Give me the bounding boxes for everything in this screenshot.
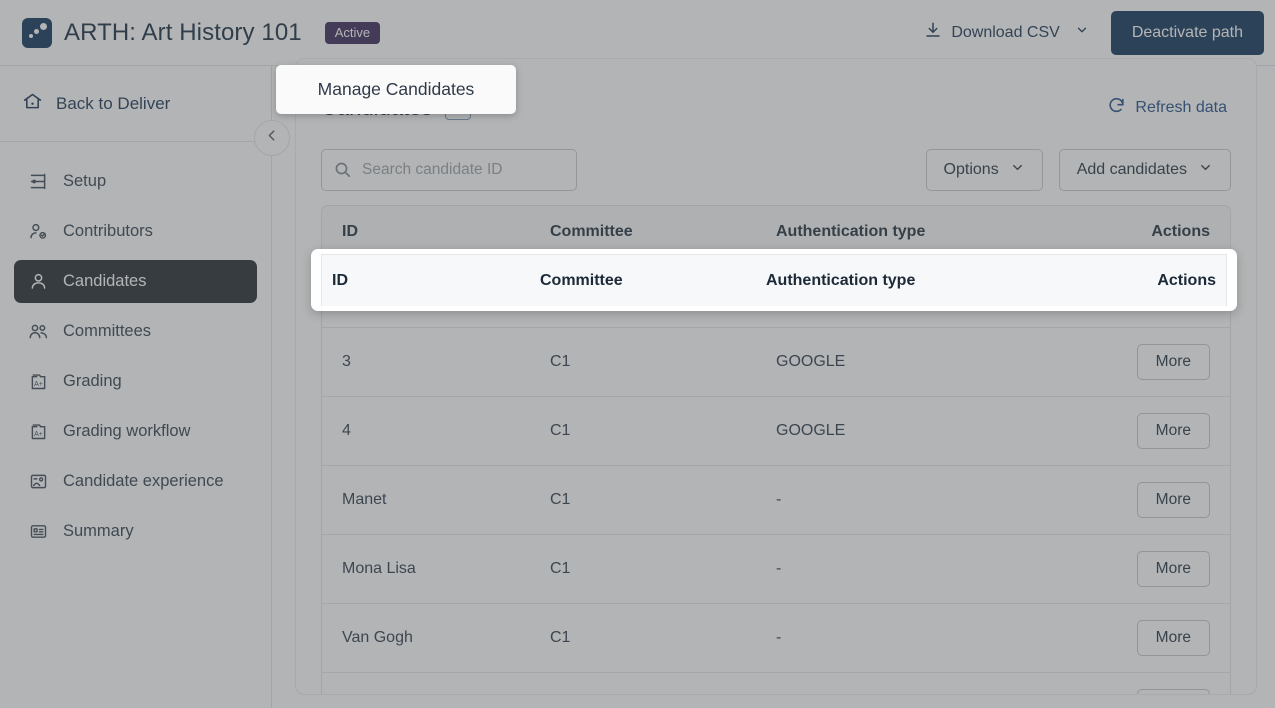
tour-dim-overlay[interactable]	[0, 0, 1275, 708]
column-header-auth-type-highlight[interactable]: Authentication type	[756, 272, 1106, 290]
tour-tooltip-label: Manage Candidates	[317, 79, 475, 99]
column-header-actions-highlight: Actions	[1157, 271, 1216, 289]
app-root: ARTH: Art History 101 Active Download CS…	[0, 0, 1275, 708]
column-header-id-highlight[interactable]: ID	[322, 272, 530, 290]
column-header-committee-highlight[interactable]: Committee	[530, 272, 756, 290]
highlighted-table-header: ID Committee Authentication type Actions	[311, 249, 1237, 311]
tour-tooltip[interactable]: Manage Candidates	[276, 65, 516, 114]
highlighted-header-row: ID Committee Authentication type Actions	[321, 254, 1227, 306]
